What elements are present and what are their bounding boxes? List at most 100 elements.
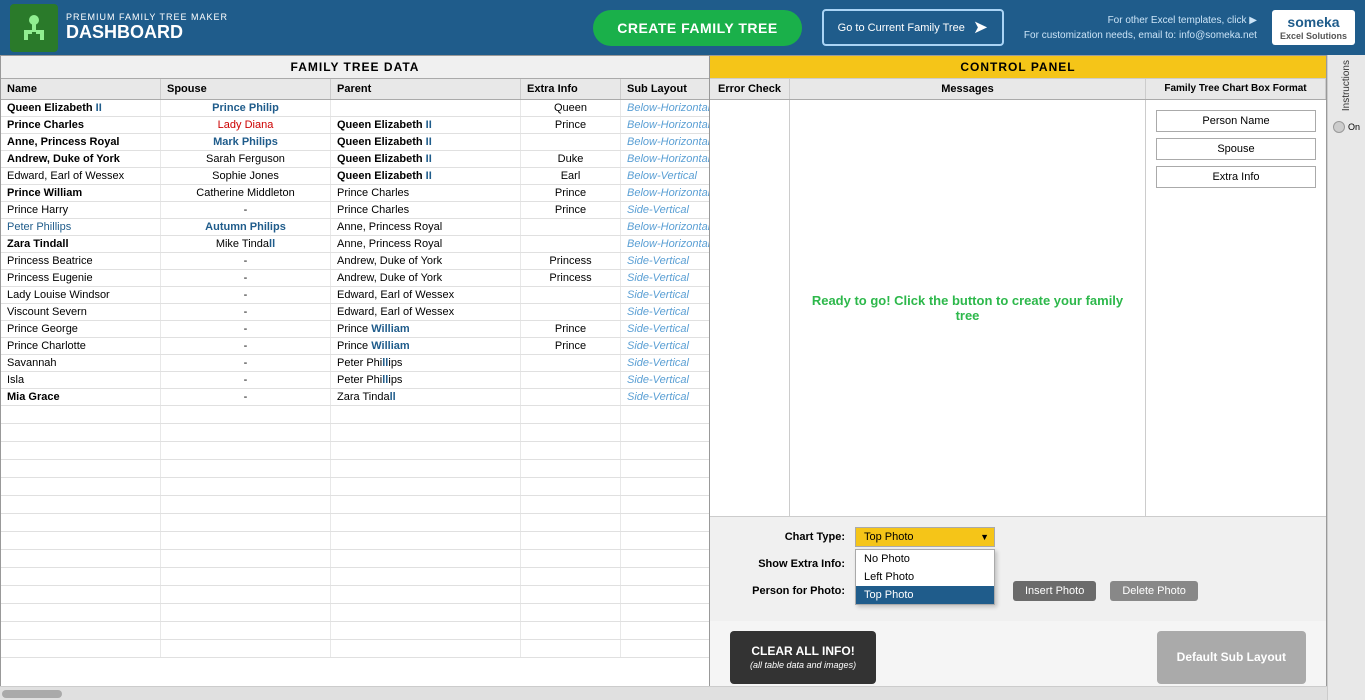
cell-empty (621, 406, 709, 423)
cell-name: Andrew, Duke of York (1, 151, 161, 167)
cell-sub-layout: Below-Vertical (621, 168, 709, 184)
cell-extra-info (521, 134, 621, 150)
table-row-empty (1, 424, 709, 442)
insert-photo-button[interactable]: Insert Photo (1013, 581, 1096, 601)
cell-empty (621, 622, 709, 639)
table-row-empty (1, 496, 709, 514)
cell-empty (161, 496, 331, 513)
cell-sub-layout: Below-Horizontal (621, 185, 709, 201)
format-box-spouse: Spouse (1156, 138, 1316, 160)
table-row[interactable]: Princess Beatrice-Andrew, Duke of YorkPr… (1, 253, 709, 270)
cell-extra-info: Queen (521, 100, 621, 116)
cell-empty (161, 640, 331, 657)
cell-spouse: - (161, 287, 331, 303)
main-content: FAMILY TREE DATA Name Spouse Parent Extr… (0, 55, 1327, 700)
clear-all-info-button[interactable]: CLEAR ALL INFO! (all table data and imag… (730, 631, 876, 684)
cell-sub-layout: Side-Vertical (621, 321, 709, 337)
table-row[interactable]: Peter PhillipsAutumn PhilipsAnne, Prince… (1, 219, 709, 236)
table-row[interactable]: Zara TindallMike TindallAnne, Princess R… (1, 236, 709, 253)
create-family-tree-button[interactable]: CREATE FAMILY TREE (593, 10, 801, 46)
cell-empty (621, 586, 709, 603)
left-panel: FAMILY TREE DATA Name Spouse Parent Extr… (0, 55, 710, 700)
table-row[interactable]: Prince Charlotte-Prince WilliamPrinceSid… (1, 338, 709, 355)
table-row[interactable]: Edward, Earl of WessexSophie JonesQueen … (1, 168, 709, 185)
cell-empty (331, 424, 521, 441)
cell-name: Prince Harry (1, 202, 161, 218)
cell-sub-layout: Side-Vertical (621, 389, 709, 405)
table-row[interactable]: Andrew, Duke of YorkSarah FergusonQueen … (1, 151, 709, 168)
table-row[interactable]: Mia Grace-Zara TindallSide-Vertical (1, 389, 709, 406)
cell-spouse: - (161, 338, 331, 354)
cell-extra-info (521, 304, 621, 320)
someka-logo: someka Excel Solutions (1272, 10, 1355, 46)
excel-label: Excel Solutions (1280, 31, 1347, 42)
cell-empty (1, 568, 161, 585)
scrollbar-thumb[interactable] (2, 690, 62, 698)
format-box-person-name: Person Name (1156, 110, 1316, 132)
cell-sub-layout: Side-Vertical (621, 338, 709, 354)
cell-parent: Prince Charles (331, 202, 521, 218)
table-row-empty (1, 406, 709, 424)
table-row[interactable]: Prince George-Prince WilliamPrinceSide-V… (1, 321, 709, 338)
family-tree-data-title: FAMILY TREE DATA (1, 56, 709, 79)
cell-empty (331, 478, 521, 495)
cell-empty (621, 478, 709, 495)
table-row[interactable]: Anne, Princess RoyalMark PhilipsQueen El… (1, 134, 709, 151)
cell-parent: Anne, Princess Royal (331, 219, 521, 235)
dropdown-item-no-photo[interactable]: No Photo (856, 550, 994, 568)
cell-empty (331, 496, 521, 513)
cell-extra-info: Prince (521, 338, 621, 354)
cell-name: Zara Tindall (1, 236, 161, 252)
table-row[interactable]: Queen Elizabeth IIPrince PhilipQueenBelo… (1, 100, 709, 117)
chart-type-label: Chart Type: (725, 531, 845, 543)
clear-btn-line1: CLEAR ALL INFO! (750, 643, 856, 660)
instructions-toggle-icon[interactable] (1333, 121, 1345, 133)
table-row[interactable]: Savannah-Peter PhillipsSide-Vertical (1, 355, 709, 372)
table-row[interactable]: Isla-Peter PhillipsSide-Vertical (1, 372, 709, 389)
table-body[interactable]: Queen Elizabeth IIPrince PhilipQueenBelo… (1, 100, 709, 687)
cell-spouse: Mike Tindall (161, 236, 331, 252)
cell-sub-layout: Below-Horizontal (621, 151, 709, 167)
cell-sub-layout: Below-Horizontal (621, 100, 709, 116)
cell-empty (161, 568, 331, 585)
goto-current-tree-button[interactable]: Go to Current Family Tree ➤ (822, 9, 1004, 46)
cell-sub-layout: Side-Vertical (621, 304, 709, 320)
cell-name: Prince George (1, 321, 161, 337)
cell-spouse: Catherine Middleton (161, 185, 331, 201)
cell-extra-info: Prince (521, 185, 621, 201)
cell-parent: Queen Elizabeth II (331, 117, 521, 133)
col-sub-layout: Sub Layout (621, 79, 711, 99)
cell-empty (1, 550, 161, 567)
cell-name: Prince Charlotte (1, 338, 161, 354)
table-row[interactable]: Princess Eugenie-Andrew, Duke of YorkPri… (1, 270, 709, 287)
cell-extra-info (521, 236, 621, 252)
cell-sub-layout: Side-Vertical (621, 287, 709, 303)
table-row[interactable]: Prince WilliamCatherine MiddletonPrince … (1, 185, 709, 202)
table-row-empty (1, 550, 709, 568)
right-panel: CONTROL PANEL Error Check Messages Famil… (710, 55, 1327, 700)
header: PREMIUM FAMILY TREE MAKER DASHBOARD CREA… (0, 0, 1365, 55)
delete-photo-button[interactable]: Delete Photo (1110, 581, 1198, 601)
table-row-empty (1, 460, 709, 478)
cell-empty (331, 406, 521, 423)
cell-parent: Queen Elizabeth II (331, 168, 521, 184)
dropdown-item-left-photo[interactable]: Left Photo (856, 568, 994, 586)
cell-empty (161, 604, 331, 621)
cell-empty (621, 568, 709, 585)
cell-extra-info: Prince (521, 202, 621, 218)
cell-empty (161, 550, 331, 567)
dropdown-item-top-photo[interactable]: Top Photo (856, 586, 994, 604)
default-sub-layout-button[interactable]: Default Sub Layout (1157, 631, 1306, 684)
chart-type-dropdown-container[interactable]: No Photo Left Photo Top Photo ▼ No Photo… (855, 527, 995, 547)
table-row[interactable]: Prince CharlesLady DianaQueen Elizabeth … (1, 117, 709, 134)
cell-empty (331, 442, 521, 459)
horizontal-scrollbar[interactable] (0, 686, 1327, 700)
messages-header: Messages (790, 79, 1146, 99)
table-row[interactable]: Lady Louise Windsor-Edward, Earl of Wess… (1, 287, 709, 304)
table-row-empty (1, 478, 709, 496)
chart-type-select[interactable]: No Photo Left Photo Top Photo (855, 527, 995, 547)
cell-name: Viscount Severn (1, 304, 161, 320)
show-extra-info-row: Show Extra Info: On (725, 557, 1311, 571)
table-row[interactable]: Prince Harry-Prince CharlesPrinceSide-Ve… (1, 202, 709, 219)
table-row[interactable]: Viscount Severn-Edward, Earl of WessexSi… (1, 304, 709, 321)
